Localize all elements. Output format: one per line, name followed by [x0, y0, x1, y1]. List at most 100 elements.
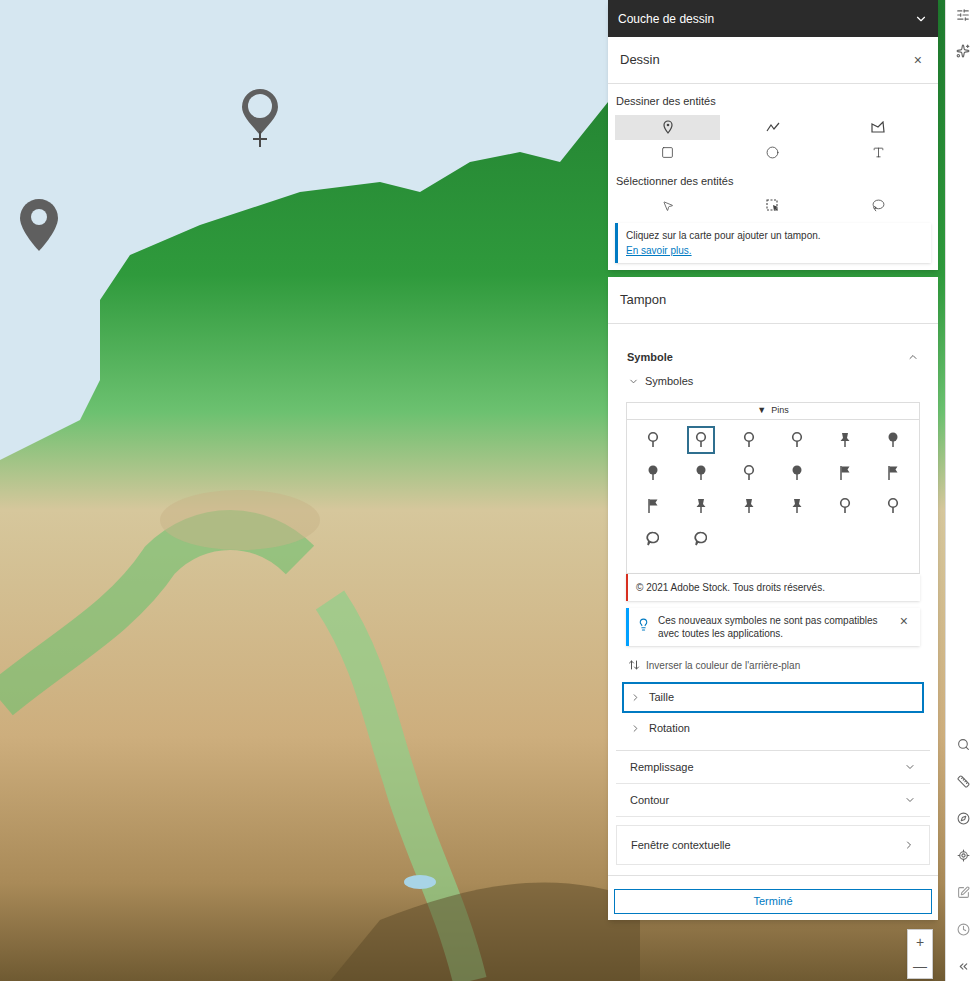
map-pin-icon[interactable]: [18, 197, 60, 253]
zoom-button[interactable]: +: [908, 930, 932, 954]
map-pin[interactable]: [239, 87, 281, 149]
select-label: Sélectionner des entités: [615, 165, 931, 194]
symbol-option[interactable]: [629, 489, 677, 522]
symbol-option[interactable]: [773, 423, 821, 456]
select-tool-button[interactable]: [826, 193, 931, 218]
compatibility-notice: Ces nouveaux symboles ne sont pas compat…: [626, 608, 920, 646]
flag-icon: [837, 464, 853, 482]
symbol-option[interactable]: [629, 456, 677, 489]
circle-icon: [766, 146, 779, 159]
symbols-group-header[interactable]: Symboles: [614, 370, 932, 392]
symbol-option[interactable]: [677, 456, 725, 489]
section-header[interactable]: Remplissage: [616, 751, 930, 784]
pin-outline-icon: [885, 497, 901, 515]
pin-outline-icon: [789, 431, 805, 449]
map-pin[interactable]: [18, 197, 60, 253]
pin-filled-icon: [789, 464, 805, 482]
symbol-option[interactable]: [869, 489, 917, 522]
layer-header[interactable]: Couche de dessin: [608, 0, 938, 37]
pushpin-icon: [741, 497, 757, 515]
draw-tool-button[interactable]: [720, 115, 825, 140]
settings-icon[interactable]: [956, 8, 970, 22]
pointer-icon: [662, 200, 674, 212]
copyright: © 2021 Adobe Stock. Tous droits réservés…: [626, 574, 920, 601]
learn-more-link[interactable]: En savoir plus.: [626, 245, 692, 256]
pin-filled-icon: [645, 464, 661, 482]
point-icon: [662, 120, 674, 134]
section-link[interactable]: Fenêtre contextuelle: [616, 825, 930, 865]
chevron-down-icon: [904, 761, 916, 773]
text-icon: [872, 146, 885, 159]
draw-tools: [615, 115, 931, 165]
rectangle-icon: [661, 146, 674, 159]
done-button[interactable]: Terminé: [614, 889, 932, 914]
draw-header: Dessin×: [608, 37, 938, 84]
pin-outline-icon: [837, 497, 853, 515]
draw-tool-button[interactable]: [615, 140, 720, 165]
map-pin-cross-icon[interactable]: [239, 87, 281, 149]
edit-icon[interactable]: [957, 886, 970, 899]
close-button[interactable]: ×: [910, 50, 926, 71]
symbol-option[interactable]: [821, 489, 869, 522]
subsection-header[interactable]: Rotation: [622, 713, 924, 744]
stamp-card: TamponSymboleSymboles▼Pins© 2021 Adobe S…: [608, 277, 938, 920]
subsection-header[interactable]: Taille: [622, 682, 924, 713]
symbol-option[interactable]: [773, 456, 821, 489]
zoom-button[interactable]: —: [908, 954, 932, 978]
ruler-icon[interactable]: [957, 775, 970, 788]
symbol-option[interactable]: [773, 489, 821, 522]
map[interactable]: +— Couche de dessinDessin× Dessiner des en…: [0, 0, 945, 981]
symbol-option[interactable]: [677, 522, 725, 555]
draw-tool-button[interactable]: [720, 140, 825, 165]
pushpin-icon: [693, 497, 709, 515]
search-icon[interactable]: [957, 738, 970, 751]
chevron-right-icon: [630, 723, 641, 734]
chevron-right-icon: [630, 692, 641, 703]
symbol-option[interactable]: [725, 489, 773, 522]
category-select[interactable]: ▼Pins: [627, 403, 919, 420]
invert-background-button[interactable]: Inverser la couleur de l'arrière-plan: [626, 654, 920, 676]
symbol-option[interactable]: [869, 456, 917, 489]
select-tool-button[interactable]: [615, 193, 720, 218]
chevron-up-icon: [907, 351, 919, 363]
select-tool-button[interactable]: [720, 193, 825, 218]
zoom-control: +—: [907, 929, 933, 979]
symbol-option[interactable]: [677, 423, 725, 456]
right-toolbar: [945, 0, 980, 981]
symbol-option[interactable]: [629, 423, 677, 456]
select-tools: [615, 193, 931, 218]
polygon-icon: [871, 121, 885, 133]
symbol-option[interactable]: [677, 489, 725, 522]
draw-tool-button[interactable]: [826, 115, 931, 140]
speech-pin-icon: [645, 530, 661, 548]
pin-outline-icon: [693, 431, 709, 449]
draw-tool-button[interactable]: [615, 115, 720, 140]
lasso-icon: [872, 199, 885, 212]
directions-icon[interactable]: [957, 812, 970, 825]
symbol-option[interactable]: [821, 456, 869, 489]
chevron-down-icon: [904, 794, 916, 806]
symbol-option[interactable]: [725, 423, 773, 456]
swap-icon: [628, 659, 640, 671]
locate-icon[interactable]: [957, 849, 970, 862]
close-notice-button[interactable]: ×: [896, 614, 912, 628]
lightbulb-icon: [637, 618, 650, 631]
polyline-icon: [766, 121, 780, 133]
stamp-header: Tampon: [608, 277, 938, 324]
pin-outline-icon: [741, 464, 757, 482]
draw-label: Dessiner des entités: [615, 90, 931, 113]
collapse-icon[interactable]: [957, 960, 970, 973]
symbol-option[interactable]: [629, 522, 677, 555]
section-header[interactable]: Contour: [616, 784, 930, 817]
chevron-down-icon: [628, 376, 639, 387]
symbol-option[interactable]: [725, 456, 773, 489]
sparkle-icon[interactable]: [956, 44, 970, 58]
side-panels: Couche de dessinDessin× Dessiner des enti…: [608, 0, 938, 920]
box-select-icon: [766, 199, 779, 212]
chevron-down-icon[interactable]: [914, 12, 928, 26]
symbol-option[interactable]: [869, 423, 917, 456]
draw-tool-button[interactable]: [826, 140, 931, 165]
symbol-gallery: ▼Pins: [626, 402, 920, 574]
symbol-option[interactable]: [821, 423, 869, 456]
clock-icon[interactable]: [957, 923, 970, 936]
